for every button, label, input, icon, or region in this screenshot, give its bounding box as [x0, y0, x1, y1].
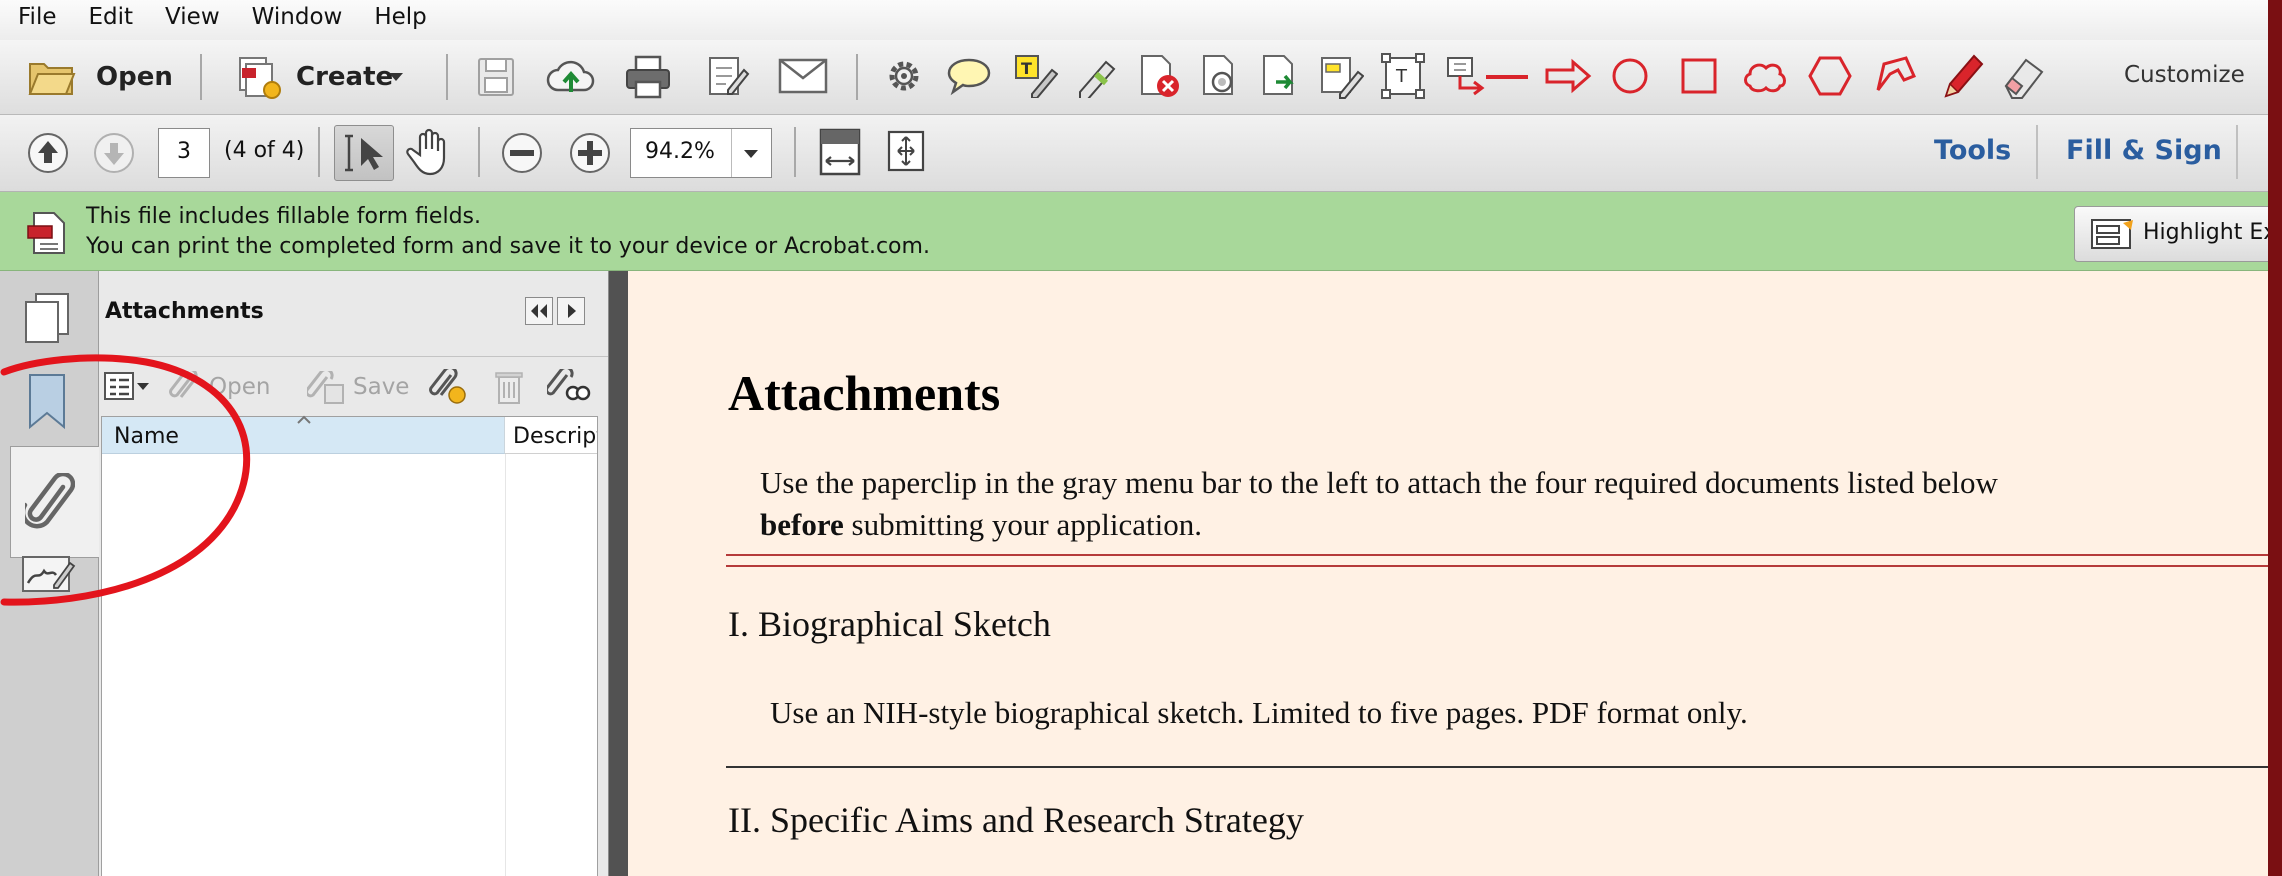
- highlight-fields-icon: [2091, 219, 2133, 249]
- document-link-icon[interactable]: [1198, 52, 1244, 100]
- fill-form-icon[interactable]: [1318, 52, 1364, 100]
- column-header-description[interactable]: Descript: [505, 417, 597, 454]
- save-icon[interactable]: [476, 56, 516, 98]
- dropdown-divider: [731, 129, 732, 177]
- chevron-right-icon: [568, 304, 576, 318]
- document-export-icon[interactable]: [1258, 52, 1304, 100]
- eraser-tool-icon[interactable]: [2000, 52, 2048, 100]
- highlight-fields-button[interactable]: Highlight Ex: [2074, 206, 2268, 262]
- highlight-fields-label: Highlight Ex: [2143, 220, 2268, 245]
- column-header-description-label: Descript: [513, 424, 597, 449]
- email-icon[interactable]: [778, 58, 828, 94]
- svg-text:T: T: [1395, 66, 1408, 87]
- polyline-tool-icon[interactable]: [1874, 54, 1918, 98]
- comment-bubble-icon[interactable]: [946, 56, 992, 96]
- polygon-tool-icon[interactable]: [1808, 54, 1852, 98]
- cloud-tool-icon[interactable]: [1742, 56, 1786, 96]
- toolbar-separator: [856, 54, 858, 100]
- document-delete-icon[interactable]: [1136, 52, 1182, 100]
- main-toolbar: Open Create T T Customize: [0, 40, 2268, 115]
- add-attachment-icon[interactable]: [429, 369, 469, 405]
- settings-gear-icon[interactable]: [884, 56, 924, 96]
- toolbar-separator: [2236, 125, 2238, 179]
- section-2-title: II. Specific Aims and Research Strategy: [728, 800, 1304, 840]
- toolbar-separator: [446, 54, 448, 100]
- navigation-toolbar: 3 (4 of 4) 94.2% Tools Fill & Sign: [0, 115, 2268, 192]
- fit-width-icon[interactable]: [818, 127, 862, 177]
- pencil-tool-icon[interactable]: [1940, 50, 1984, 102]
- zoom-out-icon[interactable]: [500, 131, 544, 175]
- collapse-panel-button[interactable]: [525, 297, 553, 325]
- intro-line-2: before submitting your application.: [760, 507, 1202, 543]
- svg-text:T: T: [1021, 59, 1032, 78]
- double-chevron-left-icon: [531, 304, 547, 318]
- zoom-in-icon[interactable]: [568, 131, 612, 175]
- chevron-down-icon: [744, 150, 758, 158]
- save-attachment-label[interactable]: Save: [353, 374, 409, 400]
- rectangle-tool-icon[interactable]: [1680, 56, 1718, 96]
- print-icon[interactable]: [624, 54, 672, 100]
- intro-line-1: Use the paperclip in the gray menu bar t…: [760, 465, 1998, 500]
- panel-options-button[interactable]: [557, 297, 585, 325]
- column-divider: [505, 454, 506, 876]
- intro-bold-word: before: [760, 507, 844, 542]
- section-divider: [726, 554, 2268, 556]
- customize-button[interactable]: Customize: [2124, 62, 2245, 88]
- acrobat-window: File Edit View Window Help Open Create T…: [0, 0, 2268, 876]
- document-page: Attachments Use the paperclip in the gra…: [628, 271, 2268, 876]
- highlight-text-icon[interactable]: T: [1014, 54, 1058, 98]
- select-tool-button[interactable]: [334, 125, 394, 181]
- edit-document-icon[interactable]: [706, 54, 750, 100]
- line-tool-icon[interactable]: [1484, 72, 1530, 82]
- search-attachments-icon[interactable]: [547, 369, 591, 405]
- cloud-upload-icon[interactable]: [546, 56, 596, 98]
- zoom-level-select[interactable]: 94.2%: [630, 128, 772, 178]
- select-cursor-icon: [345, 134, 383, 172]
- oval-tool-icon[interactable]: [1610, 56, 1650, 96]
- delete-attachment-icon[interactable]: [493, 369, 525, 405]
- arrow-tool-icon[interactable]: [1544, 58, 1592, 94]
- text-box-icon[interactable]: T: [1380, 52, 1426, 100]
- fit-page-icon[interactable]: [886, 129, 926, 173]
- toolbar-separator: [794, 127, 796, 177]
- section-1-text: Use an NIH-style biographical sketch. Li…: [770, 695, 1748, 730]
- toolbar-separator: [2036, 125, 2038, 179]
- form-fields-notice: This file includes fillable form fields.…: [0, 192, 2268, 271]
- page-heading: Attachments: [728, 365, 1001, 421]
- menu-bar: File Edit View Window Help: [0, 0, 2268, 41]
- section-divider: [726, 565, 2268, 567]
- tools-pane-button[interactable]: Tools: [1934, 135, 2011, 166]
- section-1-title: I. Biographical Sketch: [728, 604, 1051, 644]
- red-circle-annotation: [0, 354, 251, 606]
- section-divider: [726, 766, 2268, 768]
- draw-pen-icon[interactable]: [1076, 54, 1122, 98]
- menu-help[interactable]: Help: [356, 0, 440, 42]
- intro-line-2-rest: submitting your application.: [843, 507, 1202, 542]
- toolbar-separator: [478, 127, 480, 177]
- fill-sign-pane-button[interactable]: Fill & Sign: [2066, 135, 2222, 166]
- chevron-down-icon: [389, 73, 403, 81]
- hand-tool-icon[interactable]: [406, 125, 452, 177]
- zoom-level-value: 94.2%: [645, 139, 715, 164]
